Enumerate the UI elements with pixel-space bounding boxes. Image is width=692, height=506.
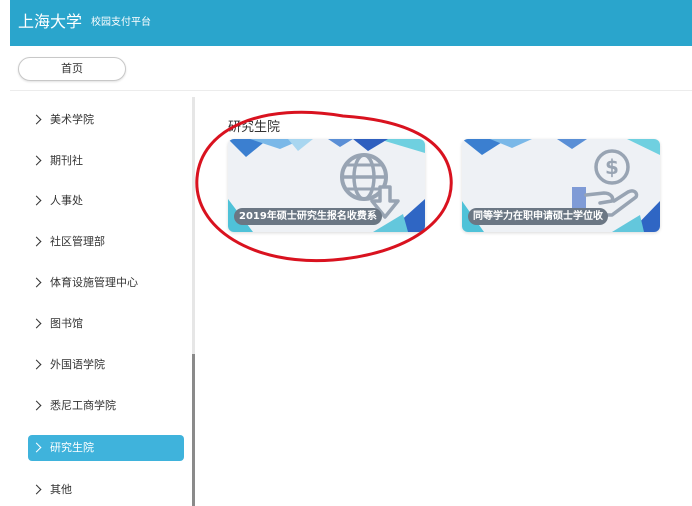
sidebar-item-hr[interactable]: 人事处	[28, 188, 184, 214]
chevron-right-icon	[31, 114, 42, 125]
service-card-equivalent-degree[interactable]: $ 同等学力在职申请硕士学位收	[462, 139, 660, 232]
section-title: 研究生院	[228, 120, 281, 135]
chevron-right-icon	[31, 359, 42, 370]
chevron-right-icon	[31, 155, 42, 166]
tab-home[interactable]: 首页	[18, 57, 126, 81]
sidebar-item-label: 外国语学院	[50, 358, 105, 371]
sidebar-item-label: 人事处	[50, 194, 83, 207]
sidebar-item-periodicals[interactable]: 期刊社	[28, 148, 184, 174]
sidebar-item-foreign-languages[interactable]: 外国语学院	[28, 352, 184, 378]
sidebar: 美术学院 期刊社 人事处 社区管理部 体育设施管理中心 图书馆 外国语学院 悉尼…	[10, 91, 196, 506]
brand-title: 上海大学	[18, 12, 83, 31]
sidebar-item-label: 社区管理部	[50, 235, 105, 248]
card-label: 同等学力在职申请硕士学位收	[468, 208, 608, 225]
sidebar-item-label: 美术学院	[50, 113, 94, 126]
sidebar-item-graduate-school[interactable]: 研究生院	[28, 435, 184, 461]
sidebar-item-other[interactable]: 其他	[28, 477, 184, 503]
chevron-right-icon	[31, 277, 42, 288]
chevron-right-icon	[31, 318, 42, 329]
sidebar-item-label: 体育设施管理中心	[50, 276, 138, 289]
chevron-right-icon	[31, 400, 42, 411]
app-header: 上海大学 校园支付平台	[10, 0, 692, 46]
sidebar-item-label: 期刊社	[50, 154, 83, 167]
service-card-graduate-registration[interactable]: 2019年硕士研究生报名收费系	[228, 139, 425, 232]
svg-text:$: $	[605, 155, 619, 179]
sidebar-item-art-college[interactable]: 美术学院	[28, 107, 184, 133]
sidebar-item-library[interactable]: 图书馆	[28, 311, 184, 337]
sidebar-item-sydney-business[interactable]: 悉尼工商学院	[28, 393, 184, 419]
chevron-right-icon	[31, 484, 42, 495]
sidebar-item-sports[interactable]: 体育设施管理中心	[28, 270, 184, 296]
brand-subtitle: 校园支付平台	[91, 17, 151, 28]
sidebar-item-community[interactable]: 社区管理部	[28, 229, 184, 255]
tab-bar: 首页	[10, 46, 692, 91]
chevron-right-icon	[31, 236, 42, 247]
sidebar-item-label: 图书馆	[50, 317, 83, 330]
chevron-right-icon	[31, 195, 42, 206]
card-label: 2019年硕士研究生报名收费系	[234, 208, 382, 225]
chevron-right-icon	[31, 442, 42, 453]
sidebar-item-label: 研究生院	[50, 441, 94, 454]
sidebar-item-label: 其他	[50, 483, 72, 496]
sidebar-scrollbar-thumb[interactable]	[192, 354, 195, 506]
sidebar-item-label: 悉尼工商学院	[50, 399, 116, 412]
